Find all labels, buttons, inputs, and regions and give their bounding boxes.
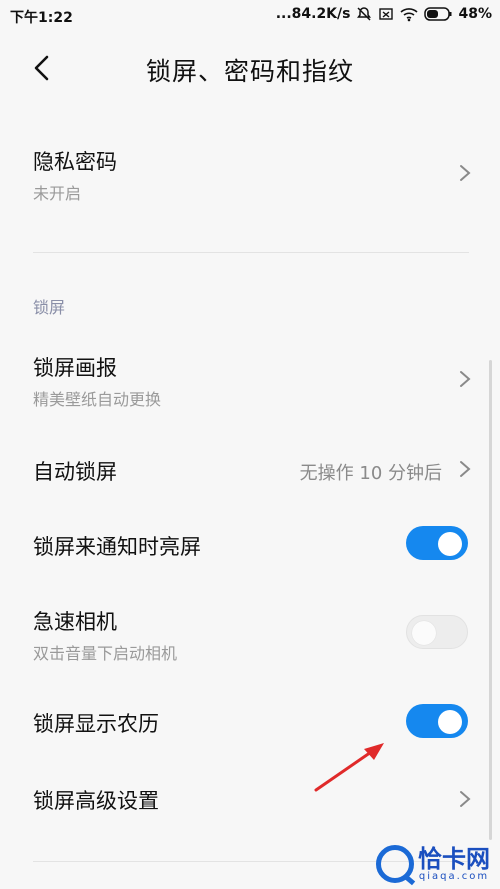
item-subtitle: 双击音量下启动相机 (33, 644, 178, 663)
quick-camera-item: 急速相机 双击音量下启动相机 (0, 592, 500, 678)
item-title: 自动锁屏 (33, 460, 117, 484)
status-icons: ...84.2K/s 48% (276, 6, 492, 22)
divider (33, 252, 469, 253)
wifi-icon (400, 6, 419, 22)
item-title: 锁屏来通知时亮屏 (33, 535, 201, 559)
battery-icon (424, 7, 452, 21)
scrollbar[interactable] (489, 360, 492, 840)
status-bar: 下午1:22 ...84.2K/s 48% (0, 0, 500, 34)
chevron-right-icon (460, 371, 471, 387)
toggle-knob (412, 621, 436, 645)
item-title: 锁屏显示农历 (33, 712, 159, 736)
item-title: 锁屏画报 (33, 356, 117, 380)
lockscreen-wallpaper-item[interactable]: 锁屏画报 精美壁纸自动更换 (0, 338, 500, 424)
privacy-password-item[interactable]: 隐私密码 未开启 (0, 130, 500, 220)
page-title: 锁屏、密码和指纹 (145, 57, 354, 86)
item-subtitle: 精美壁纸自动更换 (33, 390, 162, 409)
wake-on-notification-item: 锁屏来通知时亮屏 (0, 514, 500, 574)
red-arrow-annotation (314, 743, 384, 792)
auto-lock-value: 无操作 10 分钟后 (299, 463, 442, 484)
lunar-calendar-toggle[interactable] (406, 704, 468, 738)
item-title: 急速相机 (33, 610, 117, 634)
status-time: 下午1:22 (10, 10, 73, 26)
battery-level: 48% (458, 6, 492, 22)
chevron-right-icon (460, 461, 471, 477)
chevron-right-icon (460, 791, 471, 807)
lockscreen-advanced-item[interactable]: 锁屏高级设置 (0, 770, 500, 830)
item-title: 隐私密码 (33, 150, 117, 174)
watermark-logo-icon (376, 845, 414, 883)
watermark-url: qiaqa.com (418, 870, 490, 882)
quick-camera-toggle[interactable] (406, 615, 468, 649)
watermark-name: 恰卡网 (418, 844, 490, 873)
auto-lock-item[interactable]: 自动锁屏 无操作 10 分钟后 (0, 438, 500, 498)
item-title: 锁屏高级设置 (33, 789, 159, 813)
lunar-calendar-item: 锁屏显示农历 (0, 692, 500, 752)
section-header-lockscreen: 锁屏 (33, 298, 66, 317)
mute-icon (356, 6, 372, 22)
toggle-knob (438, 532, 462, 556)
wake-on-notification-toggle[interactable] (406, 526, 468, 560)
network-speed: ...84.2K/s (275, 6, 351, 22)
chevron-right-icon (460, 165, 471, 181)
item-subtitle: 未开启 (33, 184, 82, 203)
header: 锁屏、密码和指纹 (0, 40, 500, 98)
toggle-knob (438, 710, 462, 734)
sim-icon (378, 6, 394, 22)
watermark: 恰卡网 qiaqa.com (376, 845, 490, 883)
